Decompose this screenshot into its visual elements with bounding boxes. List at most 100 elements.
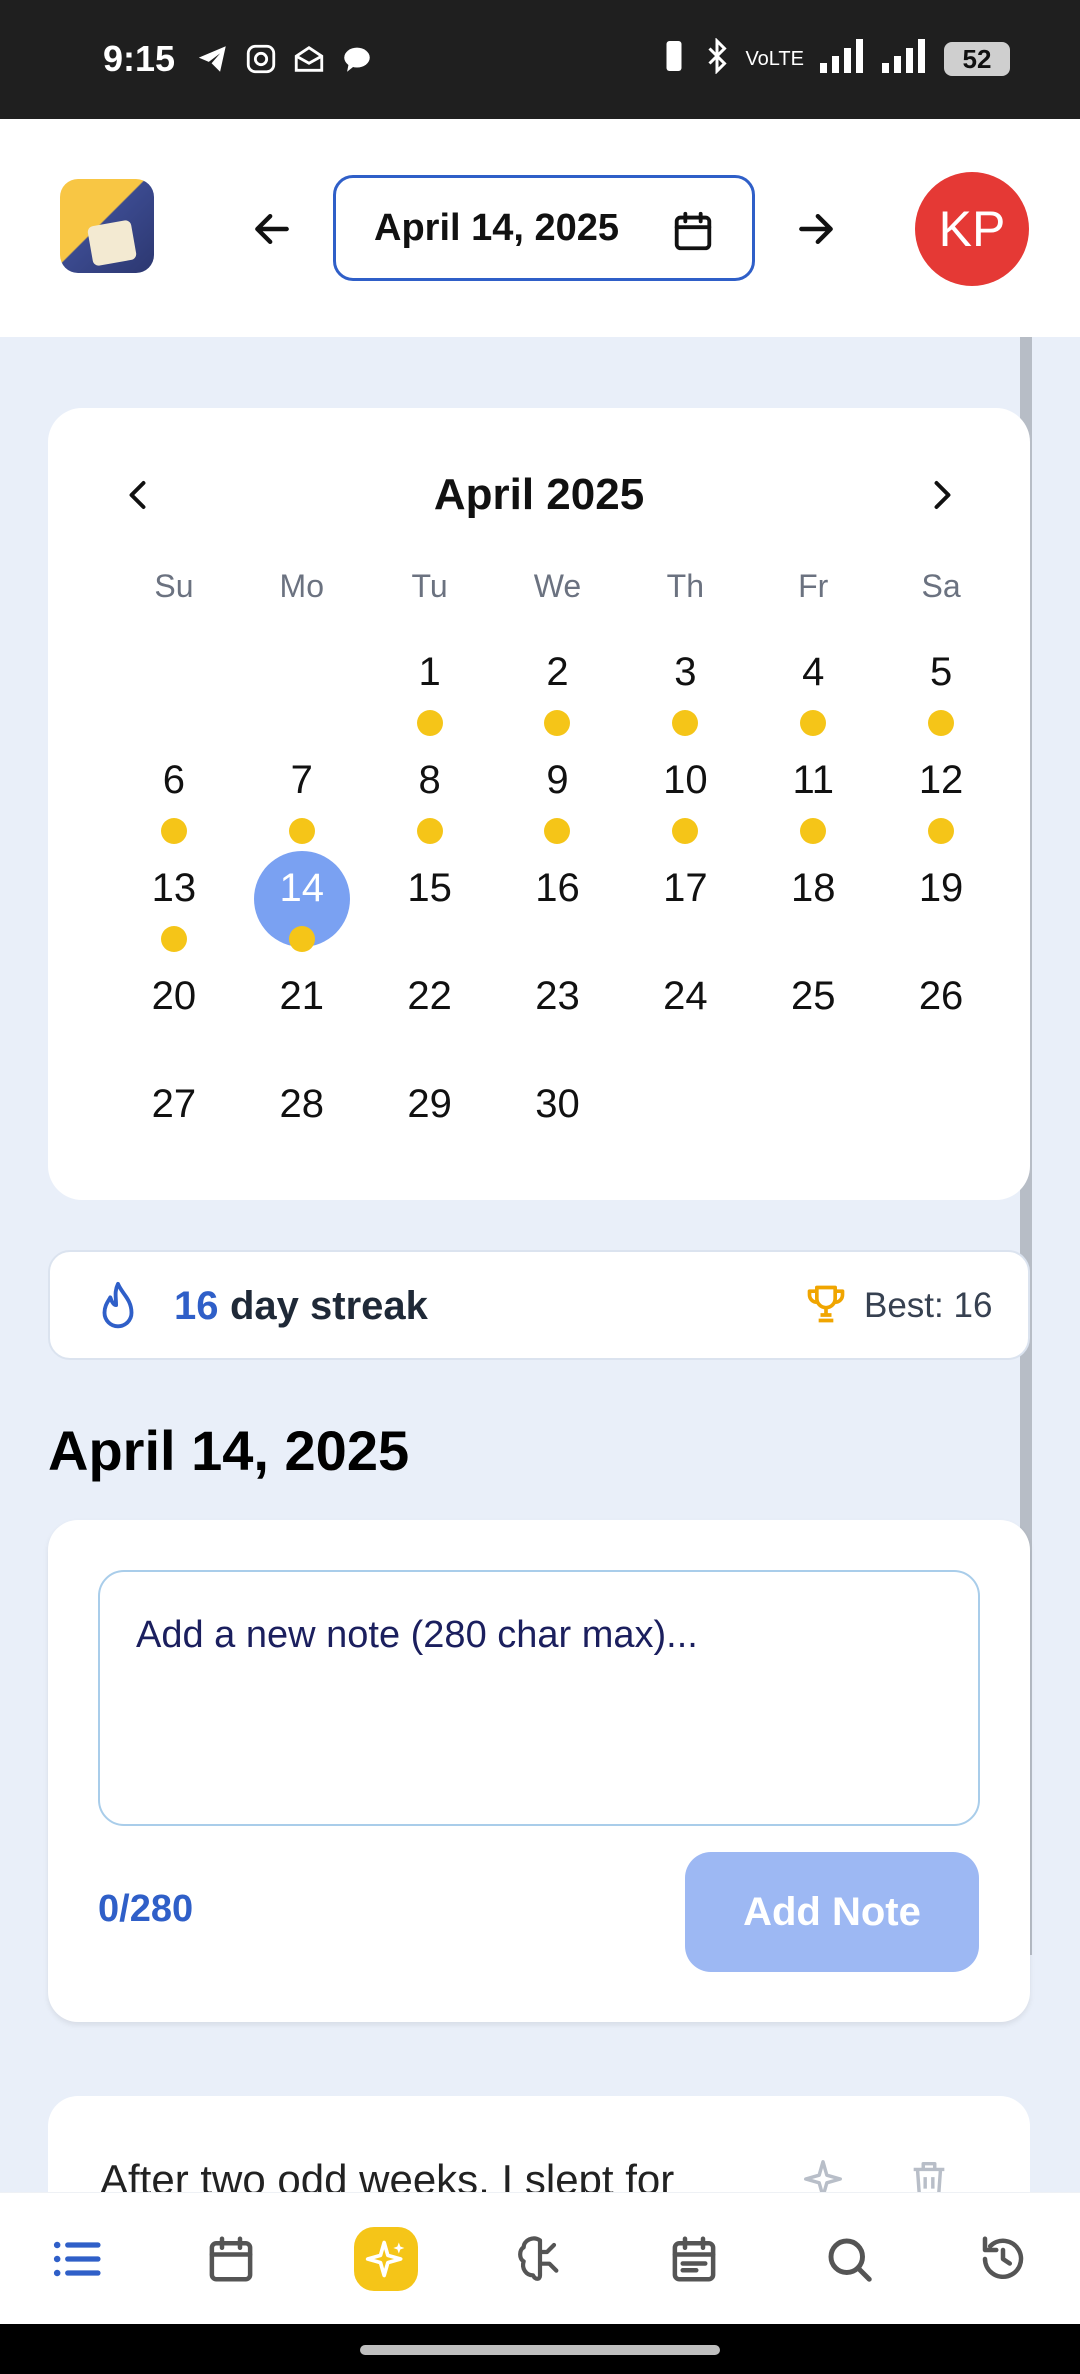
day-number: 16 (535, 866, 580, 910)
day-cell-selected[interactable]: 14 (238, 846, 366, 954)
weekday-label: Su (154, 568, 194, 604)
journal-paper-icon (86, 219, 138, 267)
day-cell[interactable]: 8 (366, 738, 494, 846)
note-indicator-dot (672, 710, 699, 736)
nav-ai[interactable] (309, 2193, 463, 2324)
best-streak: Best: 16 (864, 1286, 993, 1325)
day-cell[interactable]: 23 (494, 954, 622, 1062)
month-title: April 2025 (433, 470, 645, 519)
nav-list[interactable] (0, 2193, 154, 2324)
day-cell[interactable]: 24 (621, 954, 749, 1062)
history-icon (982, 2236, 1024, 2279)
chevron-right-icon (934, 481, 951, 509)
signal-icon (820, 39, 866, 79)
date-picker-button[interactable]: April 14, 2025 (333, 175, 755, 281)
day-cell[interactable]: 20 (110, 954, 238, 1062)
trophy-icon (807, 1285, 845, 1323)
day-blank (110, 630, 238, 738)
day-cell[interactable]: 30 (494, 1062, 622, 1170)
arrow-left-icon (255, 213, 289, 245)
day-cell[interactable]: 1 (366, 630, 494, 738)
day-cell[interactable]: 27 (110, 1062, 238, 1170)
day-number: 7 (290, 758, 313, 802)
day-cell[interactable]: 28 (238, 1062, 366, 1170)
note-indicator-dot (928, 710, 955, 736)
day-blank (238, 630, 366, 738)
day-number: 6 (162, 758, 186, 802)
previous-day-button[interactable] (242, 199, 302, 259)
day-cell[interactable]: 12 (877, 738, 1005, 846)
day-number: 2 (546, 650, 569, 694)
app-logo[interactable] (60, 179, 154, 273)
day-cell[interactable]: 13 (110, 846, 238, 954)
nav-calendar[interactable] (154, 2193, 308, 2324)
day-number: 1 (418, 650, 441, 694)
day-cell[interactable]: 22 (366, 954, 494, 1062)
note-indicator-dot (160, 818, 187, 844)
day-grid: 1 2 3 4 5 6 7 8 9 10 11 12 13 14 15 16 17 18 19 20 21 22 23 24 2… (110, 630, 1005, 1170)
day-cell[interactable]: 4 (749, 630, 877, 738)
day-number: 8 (418, 758, 441, 802)
note-indicator-dot (544, 818, 571, 844)
home-handle[interactable] (360, 2345, 720, 2355)
status-time: 9:15 (103, 38, 176, 79)
notification-icons (196, 42, 374, 76)
day-cell[interactable]: 9 (494, 738, 622, 846)
day-cell[interactable]: 18 (749, 846, 877, 954)
ai-button-bg (353, 2226, 418, 2291)
telegram-icon (196, 42, 230, 76)
nav-insights[interactable] (463, 2193, 617, 2324)
note-input[interactable] (98, 1570, 980, 1826)
system-icons: VoLTE 52 (659, 37, 1010, 80)
next-day-button[interactable] (786, 199, 846, 259)
day-number: 26 (918, 974, 964, 1018)
note-indicator-dot (288, 926, 315, 952)
day-cell[interactable]: 11 (749, 738, 877, 846)
note-indicator-dot (160, 926, 187, 952)
day-number: 28 (279, 1082, 325, 1126)
note-composer: 0/280 Add Note (48, 1520, 1030, 2022)
day-number: 20 (151, 974, 197, 1018)
weekday-label: Mo (279, 568, 324, 604)
user-avatar[interactable]: KP (915, 172, 1029, 286)
day-cell[interactable]: 21 (238, 954, 366, 1062)
weekday-label: Fr (798, 568, 829, 604)
nav-search[interactable] (771, 2193, 925, 2324)
day-cell[interactable]: 17 (621, 846, 749, 954)
day-number: 18 (790, 866, 836, 910)
day-number: 12 (918, 758, 964, 802)
search-icon (828, 2238, 872, 2282)
day-cell[interactable]: 10 (621, 738, 749, 846)
day-cell[interactable]: 25 (749, 954, 877, 1062)
nav-planner[interactable] (617, 2193, 771, 2324)
day-cell[interactable]: 16 (494, 846, 622, 954)
add-note-button[interactable]: Add Note (685, 1852, 979, 1972)
day-number: 13 (151, 866, 197, 910)
day-cell[interactable]: 5 (877, 630, 1005, 738)
weekday-label: Th (666, 568, 705, 604)
char-counter: 0/280 (98, 1888, 194, 1930)
day-cell[interactable]: 15 (366, 846, 494, 954)
day-cell[interactable]: 29 (366, 1062, 494, 1170)
month-calendar: April 2025 Su Mo Tu We Th Fr Sa 1 2 3 4 5 6 7 8 9 10 11 1… (48, 408, 1030, 1200)
day-number: 23 (535, 974, 580, 1018)
day-cell[interactable]: 3 (621, 630, 749, 738)
day-cell[interactable]: 26 (877, 954, 1005, 1062)
day-number: 9 (546, 758, 569, 802)
weekday-label: Sa (921, 568, 961, 604)
note-indicator-dot (416, 818, 443, 844)
day-cell[interactable]: 6 (110, 738, 238, 846)
signal-5g-icon (882, 39, 928, 79)
flame-icon (102, 1281, 134, 1329)
note-indicator-dot (800, 710, 827, 736)
day-cell[interactable]: 7 (238, 738, 366, 846)
instagram-icon (244, 42, 278, 76)
nav-history[interactable] (926, 2193, 1080, 2324)
day-cell[interactable]: 2 (494, 630, 622, 738)
day-cell[interactable]: 19 (877, 846, 1005, 954)
volte-label: VoLTE (745, 47, 804, 70)
next-month-button[interactable] (916, 470, 966, 520)
note-indicator-dot (544, 710, 571, 736)
day-number: 14 (279, 866, 325, 910)
note-indicator-dot (416, 710, 443, 736)
